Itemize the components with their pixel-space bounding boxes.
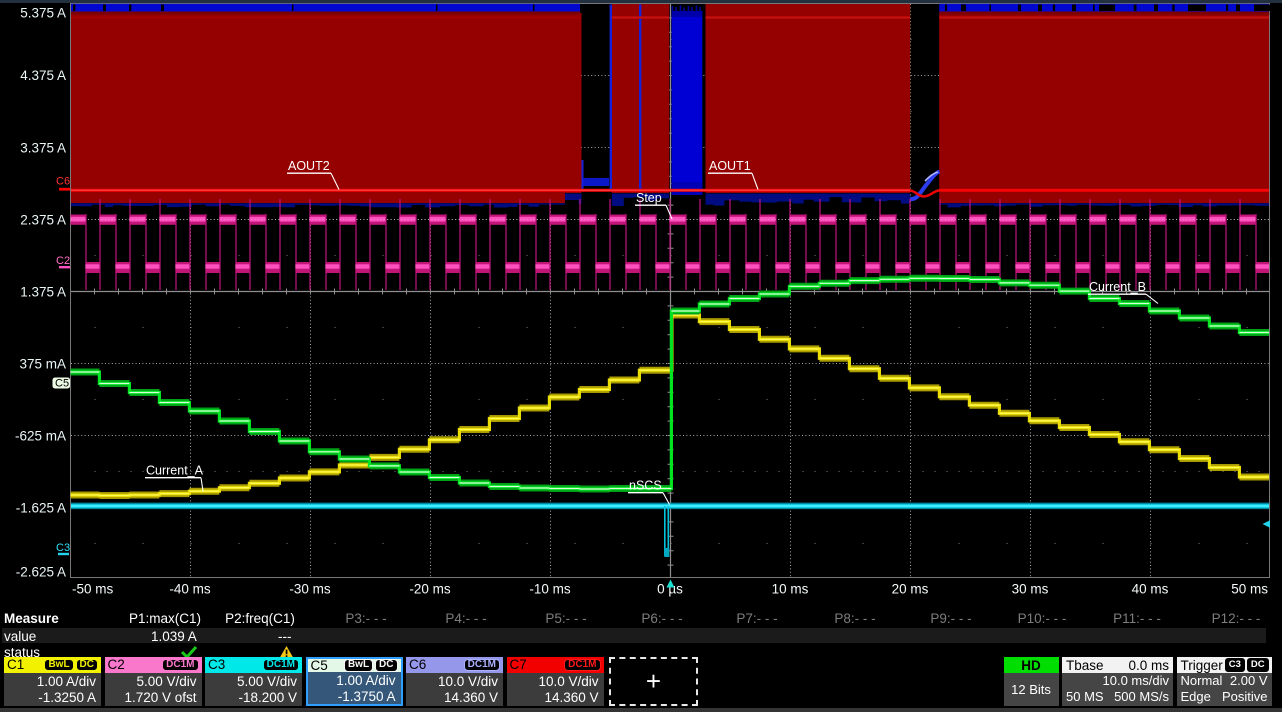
svg-text:5.375 A: 5.375 A xyxy=(20,6,66,21)
svg-text:50 ms: 50 ms xyxy=(1231,582,1268,597)
svg-text:Current_B: Current_B xyxy=(1089,280,1146,294)
svg-text:375 mA: 375 mA xyxy=(19,357,66,372)
svg-text:-1.625 A: -1.625 A xyxy=(16,501,66,516)
svg-text:40 ms: 40 ms xyxy=(1132,582,1169,597)
svg-text:C6: C6 xyxy=(56,176,70,188)
svg-text:1.375 A: 1.375 A xyxy=(20,285,66,300)
svg-text:-20 ms: -20 ms xyxy=(409,582,451,597)
svg-text:-50 ms: -50 ms xyxy=(72,582,114,597)
svg-text:-40 ms: -40 ms xyxy=(169,582,211,597)
svg-text:3.375 A: 3.375 A xyxy=(20,141,66,156)
svg-text:C3: C3 xyxy=(56,542,70,554)
svg-text:-30 ms: -30 ms xyxy=(289,582,331,597)
svg-text:C2: C2 xyxy=(56,255,70,267)
svg-text:-2.625 A: -2.625 A xyxy=(16,565,66,580)
svg-text:4.375 A: 4.375 A xyxy=(20,68,66,83)
svg-text:30 ms: 30 ms xyxy=(1012,582,1049,597)
svg-text:-625 mA: -625 mA xyxy=(15,429,66,444)
svg-text:20 ms: 20 ms xyxy=(892,582,929,597)
svg-text:C5: C5 xyxy=(55,378,69,390)
svg-text:10 ms: 10 ms xyxy=(772,582,809,597)
svg-text:AOUT1: AOUT1 xyxy=(709,159,751,173)
svg-text:-10 ms: -10 ms xyxy=(529,582,571,597)
svg-text:nSCS: nSCS xyxy=(629,479,662,493)
svg-text:Current_A: Current_A xyxy=(146,464,204,478)
svg-text:Step: Step xyxy=(636,191,662,205)
svg-text:2.375 A: 2.375 A xyxy=(20,213,66,228)
svg-text:AOUT2: AOUT2 xyxy=(288,159,330,173)
